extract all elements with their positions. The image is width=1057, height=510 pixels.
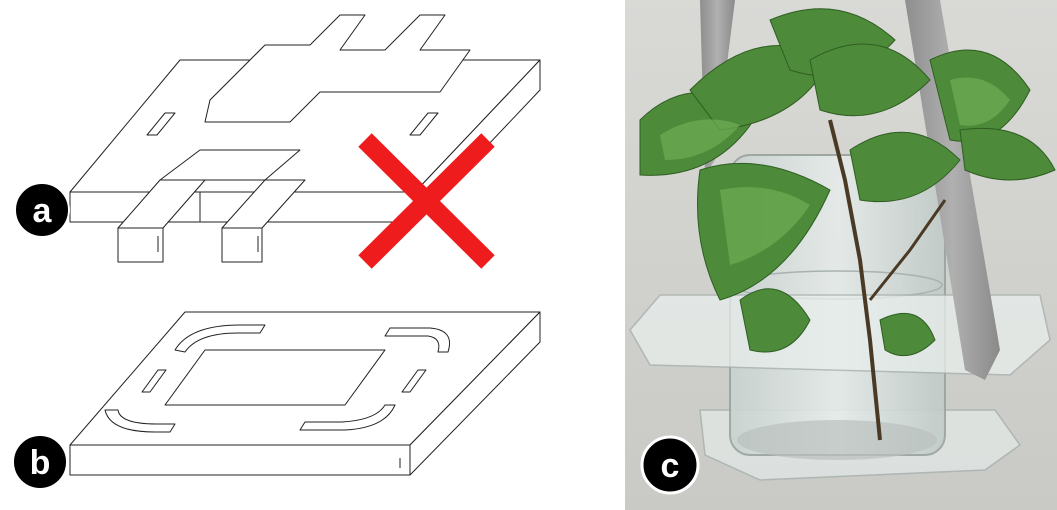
badge-c: c [640,435,700,495]
badge-c-label: c [661,447,680,485]
panel-a-drawing [69,14,541,263]
panel-b-drawing [69,311,541,476]
panel-c-photo [625,0,1057,510]
figure-canvas: a b c [12,0,1057,510]
badge-b-label: b [30,444,51,482]
figure: a b c [0,0,1057,510]
badge-a: a [14,182,70,238]
badge-a-label: a [33,192,53,230]
badge-b: b [12,434,68,490]
